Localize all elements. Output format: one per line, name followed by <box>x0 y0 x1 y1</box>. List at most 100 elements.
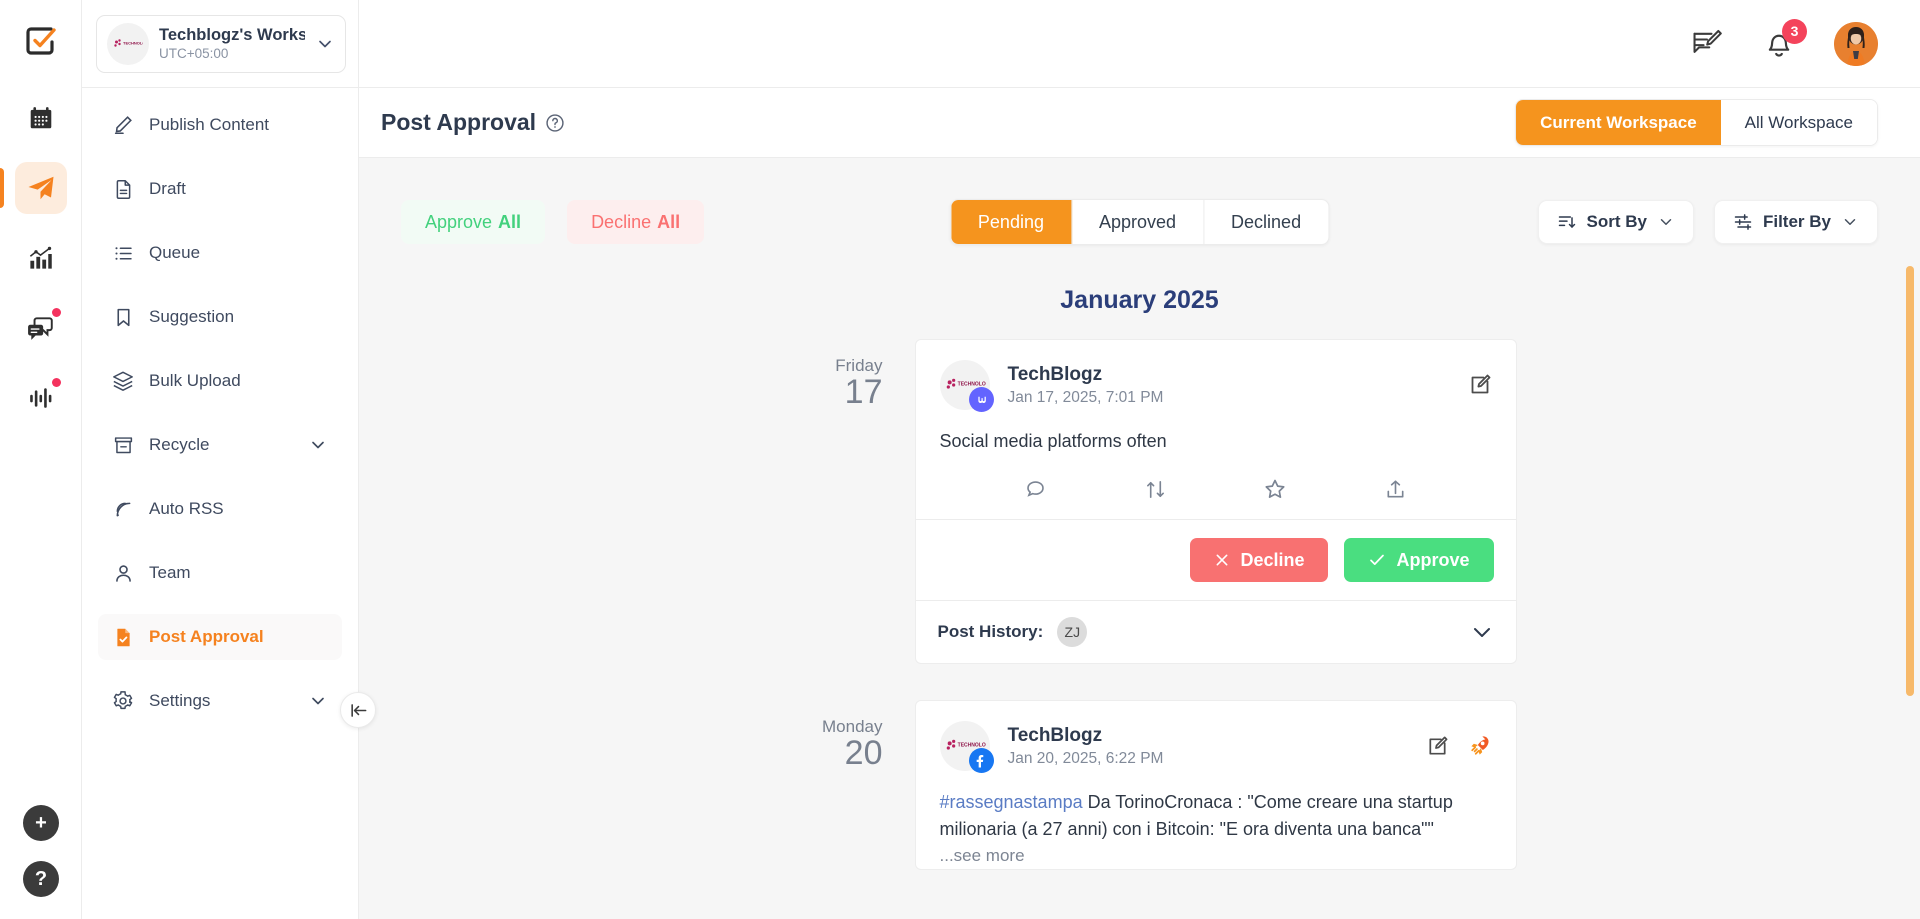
content-scroll-area: Approve All Decline All Pending Approved… <box>359 158 1920 919</box>
mastodon-icon <box>968 387 994 412</box>
sidebar-item-label: Team <box>149 563 191 582</box>
facebook-icon <box>968 748 994 773</box>
layers-icon <box>112 370 134 392</box>
see-more-link[interactable]: ...see more <box>940 843 1492 869</box>
sidebar-item-recycle[interactable]: Recycle <box>98 422 342 468</box>
rail-item-listening[interactable] <box>15 372 67 424</box>
post-date-label: Friday 17 <box>805 339 915 411</box>
edit-icon[interactable] <box>1468 373 1492 397</box>
content-scrollbar[interactable] <box>1906 266 1914 696</box>
tab-approved[interactable]: Approved <box>1072 200 1205 244</box>
post-decision-bar: Decline Approve <box>915 520 1516 601</box>
post-row: Friday 17 TECHNOLO TechBlogz Jan 17, 202… <box>401 339 1920 664</box>
sidebar-item-publish-content[interactable]: Publish Content <box>98 102 342 148</box>
post-history-avatar[interactable]: ZJ <box>1057 617 1088 647</box>
approve-button-label: Approve <box>1396 549 1470 570</box>
rail-item-inbox[interactable] <box>15 302 67 354</box>
add-button[interactable]: + <box>23 805 59 841</box>
tab-pending[interactable]: Pending <box>950 200 1072 244</box>
help-button[interactable]: ? <box>23 861 59 897</box>
sidebar-item-label: Suggestion <box>149 307 235 326</box>
post-text: Social media platforms often <box>939 431 1167 451</box>
svg-text:TECHNOLOGO: TECHNOLOGO <box>123 40 143 45</box>
document-icon <box>112 178 134 200</box>
day-number: 20 <box>844 733 883 772</box>
check-icon <box>1368 551 1386 569</box>
workspace-scope-toggle: Current Workspace All Workspace <box>1515 99 1878 146</box>
rail-item-analytics[interactable] <box>15 232 67 284</box>
decline-all-button[interactable]: Decline All <box>567 200 705 244</box>
bar-chart-icon <box>29 246 52 269</box>
pencil-icon <box>112 114 134 136</box>
sidebar-item-settings[interactable]: Settings <box>98 678 342 724</box>
share-icon[interactable] <box>1384 478 1407 501</box>
favorite-star-icon[interactable] <box>1263 477 1287 501</box>
approve-button[interactable]: Approve <box>1344 538 1494 582</box>
chevron-down-icon <box>315 34 335 54</box>
post-date-label: Monday 20 <box>805 700 915 772</box>
page-title: Post Approval <box>381 109 537 135</box>
post-history-bar[interactable]: Post History: ZJ <box>916 601 1516 663</box>
day-number: 17 <box>844 372 883 411</box>
sidebar-item-queue[interactable]: Queue <box>98 230 342 276</box>
workspace-switcher-wrap: TECHNOLOGO Techblogz's Worksp... UTC+05:… <box>82 0 358 88</box>
chat-bubbles-icon <box>27 317 53 340</box>
status-tabs: Pending Approved Declined <box>949 199 1330 245</box>
scope-all-workspace[interactable]: All Workspace <box>1720 100 1877 145</box>
scope-current-workspace[interactable]: Current Workspace <box>1516 100 1721 145</box>
sidebar-collapse-button[interactable] <box>340 692 376 728</box>
edit-icon[interactable] <box>1426 735 1449 758</box>
compose-button[interactable] <box>1690 27 1724 61</box>
question-circle-icon[interactable] <box>545 113 565 133</box>
account-info: TechBlogz Jan 20, 2025, 6:22 PM <box>1008 725 1164 768</box>
page-header: Post Approval Current Workspace All Work… <box>359 88 1920 158</box>
rail-bottom-actions: + ? <box>0 805 82 897</box>
workspace-switcher[interactable]: TECHNOLOGO Techblogz's Worksp... UTC+05:… <box>96 14 346 73</box>
boost-rocket-icon[interactable] <box>1467 734 1492 759</box>
sidebar-item-bulk-upload[interactable]: Bulk Upload <box>98 358 342 404</box>
sidebar-item-draft[interactable]: Draft <box>98 166 342 212</box>
sidebar-item-label: Settings <box>149 691 211 710</box>
workspace-name: Techblogz's Worksp... <box>159 26 305 44</box>
post-text: #rassegnastampa Da TorinoCronaca : "Come… <box>916 771 1516 869</box>
sidebar-item-label: Publish Content <box>149 115 270 134</box>
list-icon <box>112 242 134 264</box>
sidebar-item-post-approval[interactable]: Post Approval <box>98 614 342 660</box>
post-row: Monday 20 TECHNOLO TechBlogz Jan 20, 202… <box>401 700 1920 870</box>
collapse-left-icon <box>349 701 368 720</box>
post-card: TECHNOLOGO TechBlogz <box>914 700 1517 870</box>
post-header-actions <box>1468 373 1492 397</box>
post-hashtag[interactable]: #rassegnastampa <box>940 792 1083 812</box>
post-feed: Friday 17 TECHNOLO TechBlogz Jan 17, 202… <box>359 339 1920 870</box>
app-logo[interactable] <box>16 16 66 66</box>
compose-message-icon <box>1690 27 1724 61</box>
gear-icon <box>112 690 134 712</box>
user-icon <box>112 562 134 584</box>
account-avatar-wrap: TECHNOLOGO <box>939 721 994 773</box>
filter-by-button[interactable]: Filter By <box>1713 200 1878 244</box>
boost-icon[interactable] <box>1144 478 1167 501</box>
sidebar-item-suggestion[interactable]: Suggestion <box>98 294 342 340</box>
rail-item-calendar[interactable] <box>15 92 67 144</box>
notifications-button[interactable]: 3 <box>1764 18 1807 60</box>
tab-declined[interactable]: Declined <box>1204 200 1328 244</box>
sidebar-item-team[interactable]: Team <box>98 550 342 596</box>
decline-button[interactable]: Decline <box>1190 538 1329 582</box>
main-area: 3 Post Approval Current Workspace All Wo… <box>359 0 1920 919</box>
chevron-down-icon[interactable] <box>308 691 328 711</box>
chevron-down-icon[interactable] <box>308 435 328 455</box>
calendar-icon <box>30 107 51 129</box>
sidebar-item-auto-rss[interactable]: Auto RSS <box>98 486 342 532</box>
file-check-icon <box>112 626 134 648</box>
rail-item-publish[interactable] <box>0 162 67 214</box>
sort-by-button[interactable]: Sort By <box>1537 200 1694 244</box>
icon-rail: + ? <box>0 0 82 919</box>
approve-all-button[interactable]: Approve All <box>401 200 546 244</box>
notification-dot <box>51 378 61 387</box>
avatar[interactable] <box>1834 21 1878 66</box>
comment-icon[interactable] <box>1024 478 1047 501</box>
post-card-header: TECHNOLOGO TechBlogz <box>916 340 1516 412</box>
chevron-down-icon[interactable] <box>1470 620 1494 644</box>
account-avatar-wrap: TECHNOLOGO <box>939 360 994 412</box>
archive-icon <box>112 434 134 456</box>
